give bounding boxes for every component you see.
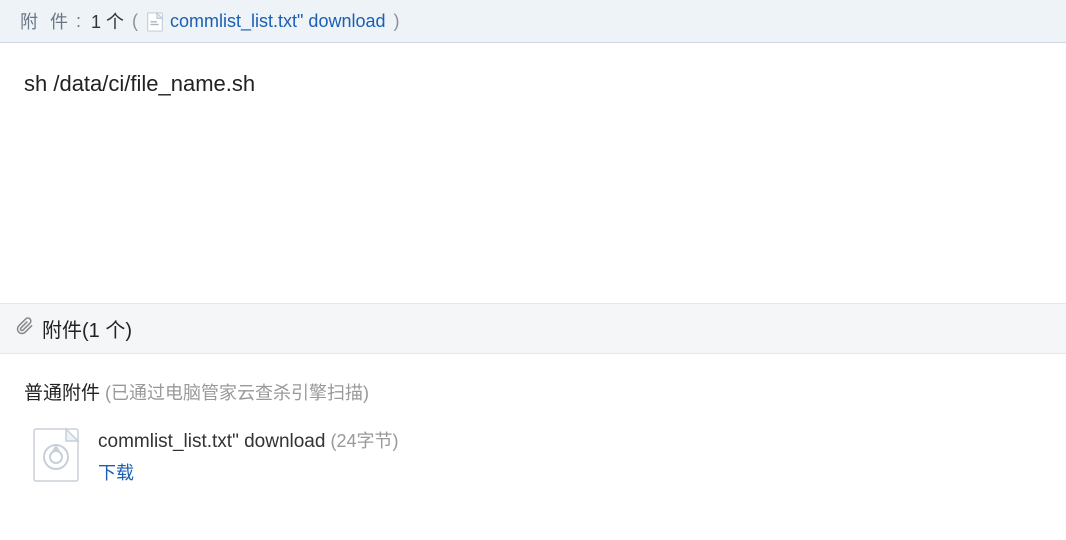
attachment-item: commlist_list.txt" download (24字节) 下载 (32, 427, 1042, 488)
attachment-section: 附件(1 个) 普通附件 (已通过电脑管家云查杀引擎扫描) commlist_l… (0, 303, 1066, 508)
paren-open: ( (132, 11, 138, 32)
email-body: sh /data/ci/file_name.sh (0, 43, 1066, 283)
attachment-header-label: 附件 (20, 8, 80, 34)
attachment-header-colon: : (76, 11, 81, 32)
attachment-name-row: commlist_list.txt" download (24字节) (98, 427, 398, 453)
paren-close: ) (394, 11, 400, 32)
attachment-section-body: 普通附件 (已通过电脑管家云查杀引擎扫描) commlist_list.txt"… (0, 354, 1066, 508)
attachment-section-header: 附件(1 个) (0, 303, 1066, 354)
attachment-category: 普通附件 (已通过电脑管家云查杀引擎扫描) (24, 378, 1042, 405)
category-note: (已通过电脑管家云查杀引擎扫描) (105, 383, 369, 403)
file-icon (146, 10, 164, 31)
attachment-size: (24字节) (330, 431, 398, 451)
download-link[interactable]: 下载 (98, 459, 398, 485)
paperclip-icon (16, 317, 34, 341)
attachment-name: commlist_list.txt" download (98, 431, 325, 452)
category-label: 普通附件 (24, 383, 100, 404)
command-text: sh /data/ci/file_name.sh (24, 71, 1042, 97)
file-icon-large (32, 427, 80, 488)
attachment-header-link[interactable]: commlist_list.txt" download (170, 11, 385, 32)
attachment-header-count: 1 个 (91, 8, 124, 34)
attachment-section-title: 附件(1 个) (42, 314, 132, 343)
attachment-details: commlist_list.txt" download (24字节) 下载 (98, 427, 398, 485)
attachment-header-bar: 附件 : 1 个 ( commlist_list.txt" download ) (0, 0, 1066, 43)
